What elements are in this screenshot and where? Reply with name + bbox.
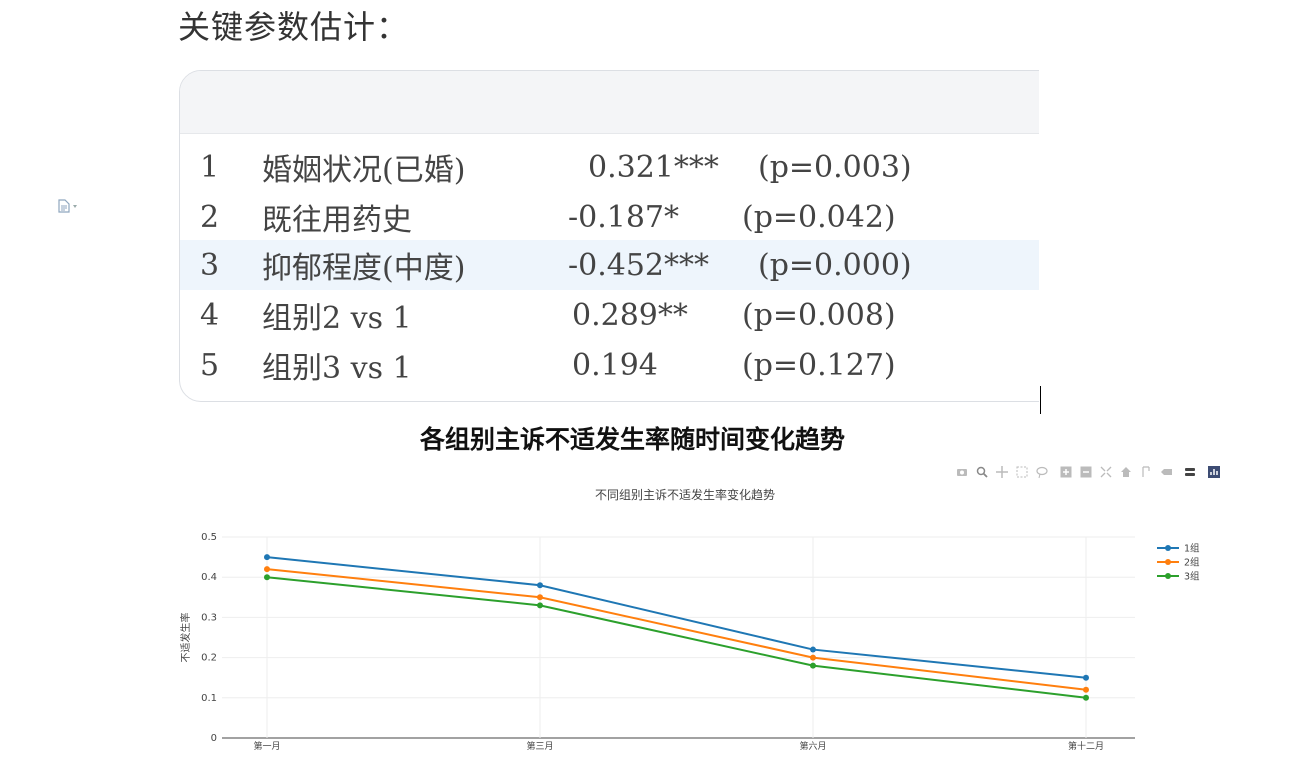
data-point [264, 566, 270, 573]
hover-compare-icon [1185, 468, 1195, 476]
y-tick-label: 0.2 [201, 653, 217, 664]
row-coefficient: -0.452*** [568, 247, 710, 283]
data-point [264, 574, 270, 581]
table-row[interactable]: 1 婚姻状况(已婚) 0.321*** (p=0.003) [180, 142, 1040, 192]
y-axis-label: 不适发生率 [179, 613, 192, 663]
data-point [1083, 694, 1089, 701]
data-point [264, 554, 270, 561]
y-tick-label: 0.5 [201, 532, 217, 543]
chevron-down-icon [73, 204, 77, 208]
chart-toolbar [955, 464, 1221, 480]
y-tick-label: 0.4 [201, 572, 217, 583]
zoom-out-icon [1080, 466, 1092, 478]
box-select-icon [1016, 466, 1028, 478]
spike-lines-icon [1142, 466, 1150, 477]
series-line [266, 568, 1087, 691]
x-tick-label: 第三月 [526, 740, 553, 752]
reset-axes-button[interactable] [1119, 465, 1133, 479]
reset-axes-icon [1121, 467, 1131, 477]
row-variable: 组别2 vs 1 [262, 301, 412, 336]
hover-compare-button[interactable] [1183, 465, 1197, 479]
x-tick-label: 第十二月 [1068, 740, 1104, 752]
legend-marker [1165, 545, 1171, 551]
data-point [810, 654, 816, 661]
series-line [266, 576, 1087, 699]
row-variable: 抑郁程度(中度) [262, 251, 466, 286]
x-tick-label: 第一月 [253, 740, 280, 752]
row-variable: 既往用药史 [262, 203, 412, 238]
legend-marker [1165, 573, 1171, 579]
zoom-icon [976, 466, 988, 478]
spike-lines-button[interactable] [1139, 465, 1153, 479]
table-header [180, 71, 1060, 134]
row-index: 5 [200, 347, 220, 383]
y-tick-label: 0 [211, 733, 217, 744]
zoom-in-button[interactable] [1059, 465, 1073, 479]
hover-closest-icon [1161, 469, 1172, 475]
row-p-value: (p=0.042) [742, 199, 896, 235]
y-tick-label: 0.3 [201, 612, 217, 623]
line-chart[interactable]: 不同组别主诉不适发生率变化趋势 0 0.1 0.2 0.3 0.4 0.5 第一月 第三月 第六月… [0, 480, 1299, 770]
data-point [1083, 674, 1089, 681]
row-coefficient: 0.321*** [588, 149, 719, 185]
legend-label: 2组 [1184, 557, 1200, 569]
zoom-out-button[interactable] [1079, 465, 1093, 479]
row-index: 1 [200, 149, 220, 185]
row-coefficient: 0.289** [572, 297, 688, 333]
box-select-button[interactable] [1015, 465, 1029, 479]
pan-icon [996, 466, 1008, 478]
x-tick-label: 第六月 [799, 740, 826, 752]
camera-icon [957, 469, 967, 476]
document-menu-button[interactable] [58, 198, 82, 214]
hover-closest-button[interactable] [1159, 465, 1173, 479]
legend-marker [1165, 559, 1171, 565]
row-coefficient: -0.187* [568, 199, 680, 235]
data-point [1083, 686, 1089, 693]
legend-label: 3组 [1184, 571, 1200, 583]
row-index: 3 [200, 247, 220, 283]
text-cursor [1040, 386, 1041, 414]
table-row[interactable]: 5 组别3 vs 1 0.194 (p=0.127) [180, 340, 1040, 390]
data-point [537, 582, 543, 589]
document-icon [58, 199, 70, 213]
data-point [810, 662, 816, 669]
lasso-button[interactable] [1035, 465, 1049, 479]
data-point [537, 594, 543, 601]
chart-title: 各组别主诉不适发生率随时间变化趋势 [419, 425, 845, 454]
plotly-logo-icon [1208, 466, 1220, 478]
row-p-value: (p=0.003) [758, 149, 912, 185]
lasso-icon [1036, 466, 1048, 479]
row-variable: 婚姻状况(已婚) [262, 153, 466, 188]
page-heading: 关键参数估计： [178, 8, 410, 46]
data-point [537, 602, 543, 609]
legend-label: 1组 [1184, 543, 1200, 555]
zoom-in-icon [1060, 466, 1072, 478]
row-p-value: (p=0.127) [742, 347, 896, 383]
data-point [810, 646, 816, 653]
autoscale-icon [1100, 466, 1112, 478]
row-p-value: (p=0.008) [742, 297, 896, 333]
y-tick-label: 0.1 [201, 693, 217, 704]
table-row[interactable]: 2 既往用药史 -0.187* (p=0.042) [180, 192, 1040, 242]
row-index: 2 [200, 199, 220, 235]
chart-subtitle: 不同组别主诉不适发生率变化趋势 [595, 487, 775, 502]
table-row[interactable]: 3 抑郁程度(中度) -0.452*** (p=0.000) [180, 240, 1040, 290]
row-index: 4 [200, 297, 220, 333]
zoom-button[interactable] [975, 465, 989, 479]
row-p-value: (p=0.000) [758, 247, 912, 283]
camera-button[interactable] [955, 465, 969, 479]
table-row[interactable]: 4 组别2 vs 1 0.289** (p=0.008) [180, 290, 1040, 340]
plotly-logo-button[interactable] [1207, 465, 1221, 479]
pan-button[interactable] [995, 465, 1009, 479]
row-variable: 组别3 vs 1 [262, 351, 412, 386]
autoscale-button[interactable] [1099, 465, 1113, 479]
row-coefficient: 0.194 [572, 347, 658, 383]
